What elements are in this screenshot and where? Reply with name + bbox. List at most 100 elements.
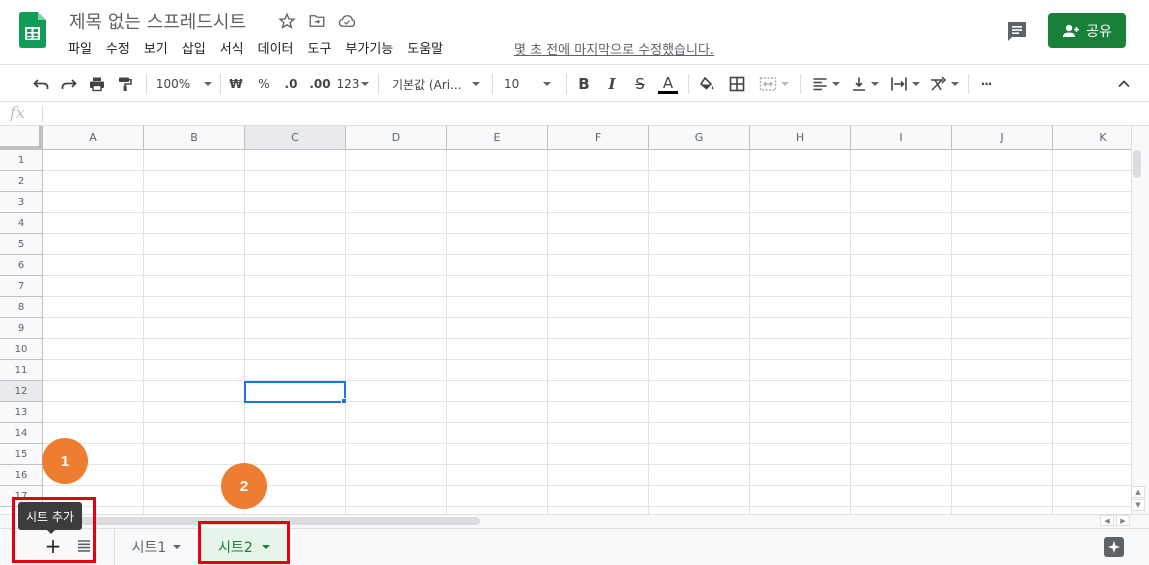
undo-button[interactable]: [30, 71, 52, 97]
text-rotation-button[interactable]: [928, 71, 960, 97]
row-header-5[interactable]: 5: [0, 234, 43, 255]
row-header-1[interactable]: 1: [0, 150, 43, 171]
column-header-c[interactable]: C: [245, 126, 346, 150]
column-header-h[interactable]: H: [750, 126, 851, 150]
step-callout-2: 2: [221, 463, 267, 509]
collapse-menus-button[interactable]: [1114, 71, 1134, 97]
strikethrough-button[interactable]: S: [630, 71, 650, 97]
chevron-down-icon[interactable]: [173, 544, 182, 549]
vertical-scroll-thumb[interactable]: [1133, 150, 1141, 178]
menu-insert[interactable]: 삽입: [182, 38, 213, 57]
percent-symbol: %: [258, 77, 270, 91]
menu-view[interactable]: 보기: [144, 38, 175, 57]
column-header-e[interactable]: E: [447, 126, 548, 150]
horizontal-align-button[interactable]: [810, 71, 842, 97]
document-title[interactable]: 제목 없는 스프레드시트: [69, 8, 246, 34]
font-family-select[interactable]: 기본값 (Ari...: [392, 71, 484, 97]
row-header-12[interactable]: 12: [0, 381, 43, 402]
scroll-down-arrow[interactable]: ▼: [1131, 499, 1145, 511]
menu-tools[interactable]: 도구: [308, 38, 339, 57]
print-icon: [90, 77, 104, 92]
zoom-select[interactable]: 100%: [155, 71, 213, 97]
align-left-icon: [813, 78, 827, 91]
text-color-label: A: [662, 73, 674, 92]
merge-cells-button[interactable]: [755, 71, 793, 97]
menu-help[interactable]: 도움말: [407, 38, 450, 57]
row-header-10[interactable]: 10: [0, 339, 43, 360]
row-header-6[interactable]: 6: [0, 255, 43, 276]
column-header-f[interactable]: F: [548, 126, 649, 150]
star-icon[interactable]: [278, 12, 296, 30]
row-header-4[interactable]: 4: [0, 213, 43, 234]
menu-bar: 파일 수정 보기 삽입 서식 데이터 도구 부가기능 도움말: [68, 38, 457, 57]
column-header-k[interactable]: K: [1053, 126, 1131, 150]
column-header-d[interactable]: D: [346, 126, 447, 150]
column-header-g[interactable]: G: [649, 126, 750, 150]
bold-button[interactable]: B: [574, 71, 594, 97]
text-wrapping-button[interactable]: [888, 71, 922, 97]
redo-button[interactable]: [58, 71, 80, 97]
increase-decimal-label: .00: [309, 77, 331, 91]
text-color-swatch: [658, 90, 678, 94]
comment-icon[interactable]: [1003, 18, 1031, 44]
row-header-13[interactable]: 13: [0, 402, 43, 423]
sheets-logo-icon[interactable]: [19, 12, 46, 48]
select-all-corner[interactable]: [0, 126, 43, 150]
move-to-folder-icon[interactable]: [308, 12, 326, 30]
fill-handle[interactable]: [341, 398, 347, 404]
toolbar: 100% ₩ % .0 .00 123 기본값 (Ari... 10 B I S…: [0, 64, 1149, 102]
more-options-button[interactable]: ···: [976, 71, 996, 97]
menu-edit[interactable]: 수정: [106, 38, 137, 57]
fill-color-icon: [699, 76, 714, 90]
row-header-14[interactable]: 14: [0, 423, 43, 444]
explore-button[interactable]: [1104, 537, 1124, 557]
cell-area[interactable]: [43, 150, 1131, 514]
italic-button[interactable]: I: [602, 71, 622, 97]
column-header-b[interactable]: B: [144, 126, 245, 150]
column-header-i[interactable]: I: [851, 126, 952, 150]
scroll-right-arrow[interactable]: ▶: [1116, 515, 1130, 526]
text-color-button[interactable]: A: [657, 71, 679, 97]
menu-data[interactable]: 데이터: [258, 38, 301, 57]
row-header-2[interactable]: 2: [0, 171, 43, 192]
decrease-decimal-button[interactable]: .0: [280, 71, 302, 97]
app-header: 제목 없는 스프레드시트 파일 수정 보기 삽입 서식 데이터 도구 부가기능 …: [0, 0, 1149, 64]
font-size-select[interactable]: 10: [504, 71, 558, 97]
share-button[interactable]: 공유: [1048, 13, 1126, 48]
active-cell-c12[interactable]: [244, 381, 346, 403]
column-header-a[interactable]: A: [43, 126, 144, 150]
row-header-16[interactable]: 16: [0, 465, 43, 486]
cloud-status-icon[interactable]: [338, 12, 356, 30]
column-header-j[interactable]: J: [952, 126, 1053, 150]
last-edit-link[interactable]: 몇 초 전에 마지막으로 수정했습니다.: [514, 39, 714, 58]
increase-decimal-button[interactable]: .00: [308, 71, 332, 97]
row-header-9[interactable]: 9: [0, 318, 43, 339]
vertical-scrollbar[interactable]: [1131, 126, 1149, 514]
sheet-tab-sheet1[interactable]: 시트1: [114, 528, 198, 565]
row-header-15[interactable]: 15: [0, 444, 43, 465]
paint-format-button[interactable]: [114, 71, 136, 97]
italic-label: I: [608, 75, 616, 93]
scroll-up-arrow[interactable]: ▲: [1131, 486, 1145, 498]
menu-file[interactable]: 파일: [68, 38, 99, 57]
menu-addons[interactable]: 부가기능: [345, 38, 400, 57]
currency-format-button[interactable]: ₩: [226, 71, 246, 97]
menu-format[interactable]: 서식: [220, 38, 251, 57]
font-family-value: 기본값 (Ari...: [392, 77, 462, 92]
row-header-3[interactable]: 3: [0, 192, 43, 213]
formula-input[interactable]: [50, 102, 1140, 125]
row-header-7[interactable]: 7: [0, 276, 43, 297]
borders-button[interactable]: [727, 71, 747, 97]
paint-format-icon: [119, 77, 132, 91]
fill-color-button[interactable]: [697, 71, 717, 97]
vertical-align-button[interactable]: [849, 71, 881, 97]
zoom-value: 100%: [155, 77, 191, 91]
row-header-8[interactable]: 8: [0, 297, 43, 318]
strikethrough-label: S: [635, 75, 645, 93]
row-header-11[interactable]: 11: [0, 360, 43, 381]
scroll-left-arrow[interactable]: ◀: [1100, 515, 1114, 526]
percent-format-button[interactable]: %: [254, 71, 274, 97]
more-formats-select[interactable]: 123: [336, 71, 370, 97]
text-wrap-icon: [891, 77, 907, 91]
print-button[interactable]: [86, 71, 108, 97]
